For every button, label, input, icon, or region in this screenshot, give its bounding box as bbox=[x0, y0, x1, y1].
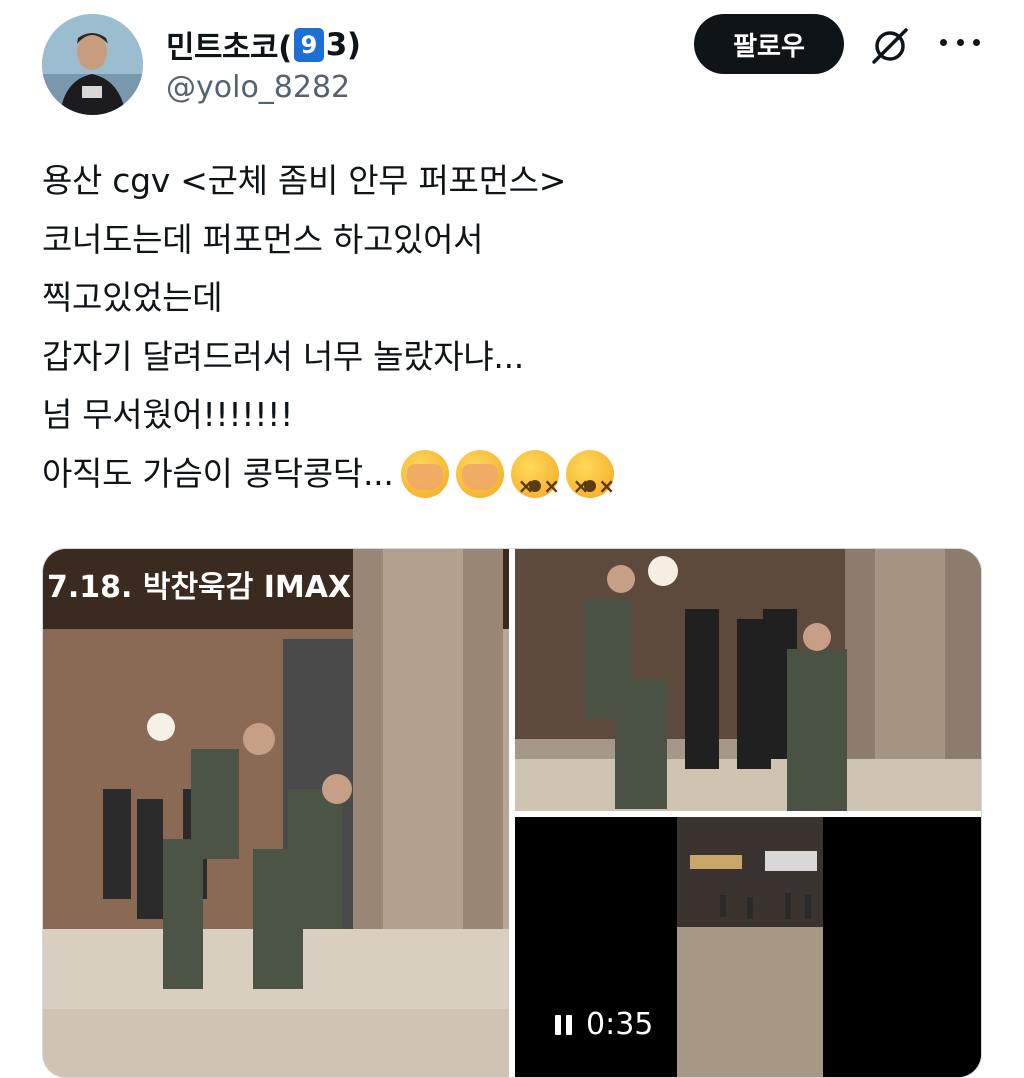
tweet-line: 갑자기 달려드러서 너무 놀랐자냐... bbox=[42, 336, 524, 376]
user-handle[interactable]: @yolo_8282 bbox=[166, 70, 350, 105]
tweet-line: 용산 cgv <군체 좀비 안무 퍼포먼스> bbox=[42, 161, 567, 200]
more-dot-icon bbox=[940, 38, 947, 46]
tweet-line-text: 아직도 가슴이 콩닥콩닥... bbox=[42, 453, 394, 493]
pause-bar bbox=[566, 1014, 572, 1035]
display-name-suffix: 3) bbox=[325, 26, 361, 63]
pause-icon[interactable] bbox=[555, 1014, 572, 1035]
pause-bar bbox=[555, 1014, 561, 1035]
slashed-circle-icon[interactable] bbox=[866, 22, 914, 70]
display-name-prefix: 민트초코( bbox=[166, 30, 292, 66]
more-dot-icon bbox=[973, 38, 980, 46]
follow-button[interactable]: 팔로우 bbox=[694, 14, 844, 74]
video-time: 0:35 bbox=[586, 1007, 654, 1042]
dizzy-face-icon bbox=[510, 449, 561, 515]
display-name[interactable]: 민트초코( 9 3) bbox=[166, 22, 361, 67]
tweet-text: 용산 cgv <군체 좀비 안무 퍼포먼스> 코너도는데 퍼포먼스 하고있어서 … bbox=[42, 152, 982, 515]
tweet-line: 코너도는데 퍼포먼스 하고있어서 bbox=[42, 219, 484, 259]
media-grid: 7.18. 박찬욱감 IMAX 0:35 bbox=[42, 548, 982, 1078]
dizzy-face-icon bbox=[565, 449, 616, 515]
tweet-line: 찍고있었는데 bbox=[42, 278, 223, 317]
face-with-hands-over-mouth-icon bbox=[455, 449, 504, 498]
photo-zombie-performance-2[interactable] bbox=[515, 549, 981, 811]
number-badge: 9 bbox=[293, 27, 324, 62]
more-dot-icon bbox=[956, 38, 964, 46]
face-with-hands-over-mouth-icon bbox=[400, 449, 449, 498]
video-timer[interactable]: 0:35 bbox=[555, 1007, 653, 1042]
avatar[interactable] bbox=[42, 14, 143, 115]
cinema-sign: 7.18. 박찬욱감 IMAX bbox=[47, 570, 351, 605]
photo-zombie-performance-1[interactable]: 7.18. 박찬욱감 IMAX bbox=[43, 549, 509, 1077]
more-horizontal-icon[interactable] bbox=[940, 22, 980, 62]
tweet-line: 넘 무서웠어!!!!!!! bbox=[42, 395, 293, 434]
tweet-line-last: 아직도 가슴이 콩닥콩닥... bbox=[42, 445, 982, 515]
video-zombie-performance[interactable]: 0:35 bbox=[515, 817, 981, 1077]
